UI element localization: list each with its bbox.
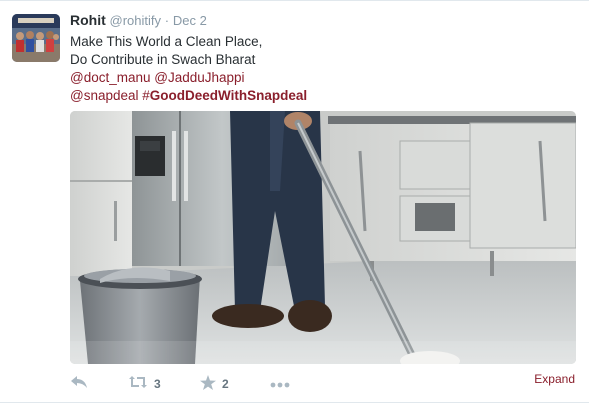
tweet-header: Rohit @rohitify · Dec 2 bbox=[70, 12, 207, 28]
mention-jaddujhappi[interactable]: @JadduJhappi bbox=[154, 70, 244, 85]
mention-doct-manu[interactable]: @doct_manu bbox=[70, 70, 151, 85]
avatar[interactable] bbox=[12, 14, 60, 62]
hashtag-link[interactable]: #GoodDeedWithSnapdeal bbox=[142, 88, 307, 103]
tweet-text-line-1: Make This World a Clean Place, bbox=[70, 34, 263, 49]
more-action[interactable] bbox=[270, 377, 290, 391]
tweet-actions: 3 2 bbox=[70, 375, 576, 395]
tweet-text: Make This World a Clean Place, Do Contri… bbox=[70, 33, 307, 105]
user-handle[interactable]: @rohitify bbox=[110, 13, 162, 28]
user-fullname[interactable]: Rohit bbox=[70, 12, 106, 28]
expand-link[interactable]: Expand bbox=[534, 372, 575, 386]
hashtag-text: GoodDeedWithSnapdeal bbox=[149, 88, 308, 103]
retweet-action[interactable]: 3 bbox=[128, 375, 161, 392]
more-dots-icon[interactable] bbox=[270, 377, 290, 391]
header-separator: · bbox=[164, 13, 170, 28]
tweet-photo[interactable] bbox=[70, 111, 576, 364]
favorite-action[interactable]: 2 bbox=[200, 375, 229, 393]
hashtag-symbol: # bbox=[142, 88, 150, 103]
star-icon[interactable] bbox=[200, 375, 216, 393]
retweet-count: 3 bbox=[154, 376, 161, 391]
reply-action[interactable] bbox=[70, 375, 88, 392]
tweet-text-line-2: Do Contribute in Swach Bharat bbox=[70, 52, 256, 67]
favorite-count: 2 bbox=[222, 377, 229, 391]
mention-snapdeal[interactable]: @snapdeal bbox=[70, 88, 139, 103]
tweet-card[interactable]: Rohit @rohitify · Dec 2 Make This World … bbox=[0, 0, 589, 403]
retweet-icon[interactable] bbox=[128, 375, 148, 392]
reply-icon[interactable] bbox=[70, 375, 88, 392]
tweet-timestamp[interactable]: Dec 2 bbox=[173, 13, 207, 28]
